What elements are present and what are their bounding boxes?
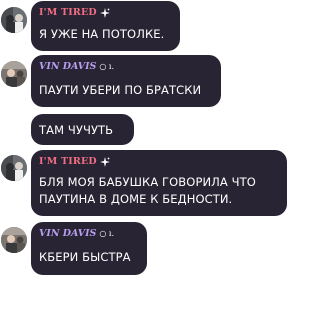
- sparkle-icon: [99, 7, 110, 18]
- author-suffix: ○ ı.: [99, 229, 115, 238]
- message-text: ПАУТИ УБЕРИ ПО БРАТСКИ: [39, 83, 202, 97]
- author-suffix: ○ ı.: [99, 62, 115, 71]
- avatar-vin[interactable]: [1, 61, 27, 87]
- message-text-line: БЛЯ МОЯ БАБУШКА ГОВОРИЛА ЧТО: [39, 175, 256, 189]
- author-name[interactable]: I'M TIRED: [39, 7, 110, 18]
- message-bubble[interactable]: I'M TIRED Я УЖЕ НА ПОТОЛКЕ.: [31, 1, 180, 51]
- message-text: КБЕРИ БЫСТРА: [39, 250, 131, 264]
- author-name[interactable]: I'M TIRED: [39, 156, 110, 167]
- message-bubble[interactable]: I'M TIRED БЛЯ МОЯ БАБУШКА ГОВОРИЛА ЧТО П…: [31, 150, 287, 216]
- message-text-line: ПАУТИНА В ДОМЕ К БЕДНОСТИ.: [39, 192, 233, 206]
- avatar-tired[interactable]: [1, 155, 27, 181]
- author-name[interactable]: VIN DAVIS ○ ı.: [39, 61, 114, 72]
- author-name[interactable]: VIN DAVIS ○ ı.: [39, 228, 114, 239]
- message-text: ТАМ ЧУЧУТЬ: [39, 122, 114, 137]
- message-bubble[interactable]: VIN DAVIS ○ ı. КБЕРИ БЫСТРА: [31, 222, 147, 275]
- avatar-tired[interactable]: [1, 7, 27, 33]
- message-bubble[interactable]: VIN DAVIS ○ ı. ПАУТИ УБЕРИ ПО БРАТСКИ: [31, 55, 221, 107]
- avatar-vin[interactable]: [1, 227, 27, 253]
- sparkle-icon: [99, 156, 110, 167]
- message-text: Я УЖЕ НА ПОТОЛКЕ.: [39, 27, 165, 41]
- message-bubble[interactable]: ТАМ ЧУЧУТЬ: [31, 114, 134, 145]
